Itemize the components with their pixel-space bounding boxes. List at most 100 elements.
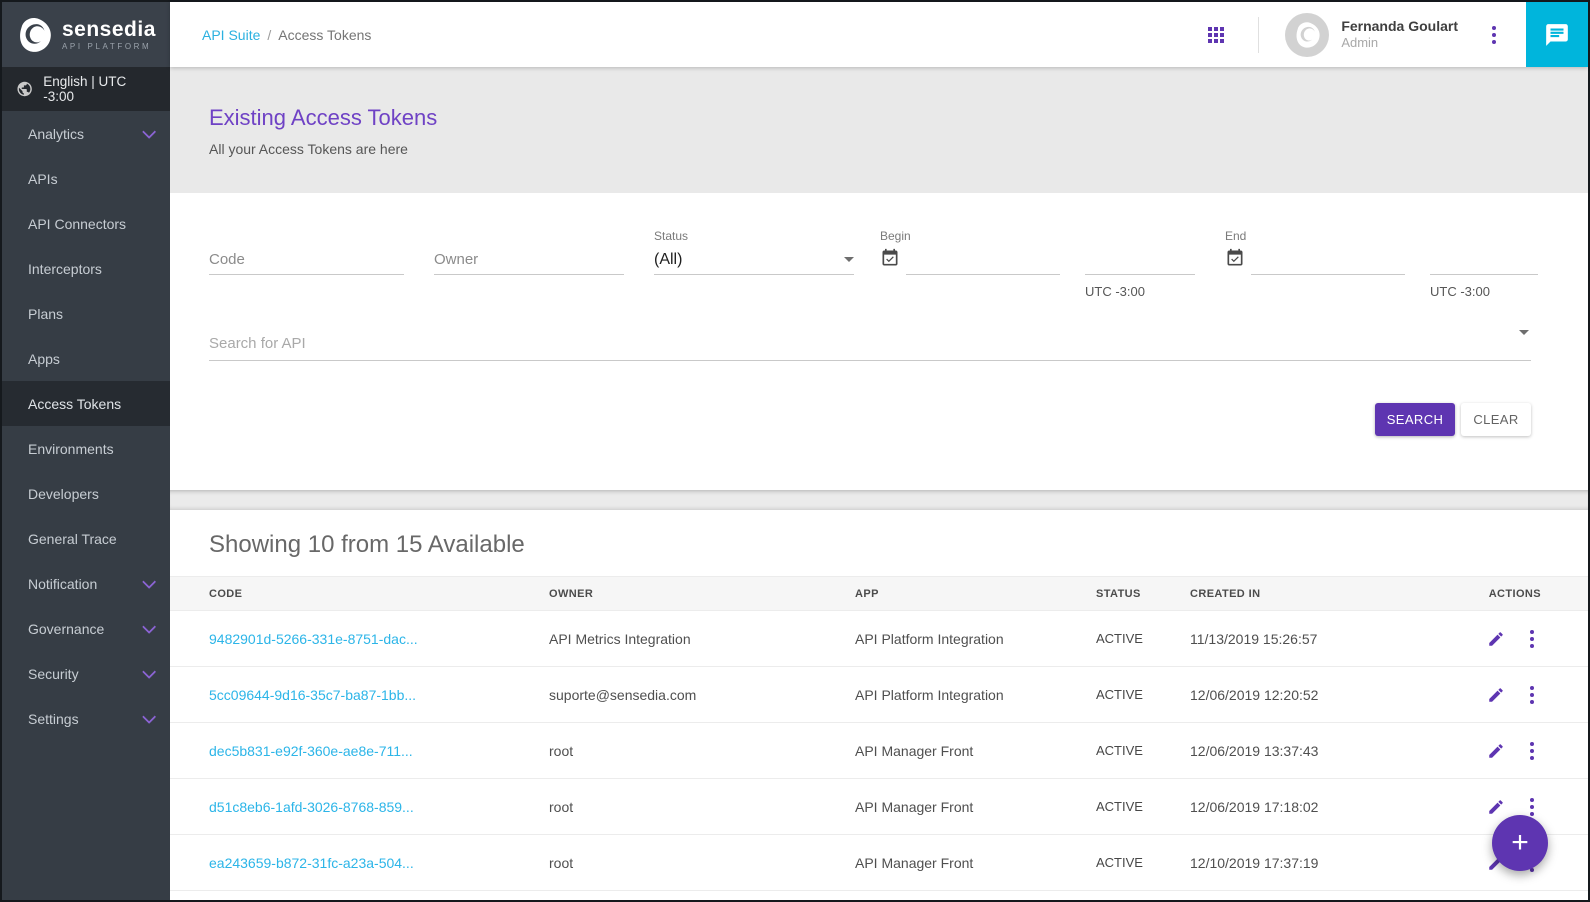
status-badge: ACTIVE xyxy=(1096,799,1190,814)
header-divider xyxy=(1258,17,1259,53)
sidebar-item-label: Settings xyxy=(28,711,79,727)
avatar-logo-icon xyxy=(1292,20,1322,50)
token-owner: root xyxy=(549,855,855,871)
table-row: 9482901d-5266-331e-8751-dac... API Metri… xyxy=(170,611,1588,667)
avatar[interactable] xyxy=(1285,13,1329,57)
sidebar-item-security[interactable]: Security xyxy=(2,651,170,696)
token-code-link[interactable]: dec5b831-e92f-360e-ae8e-711... xyxy=(209,743,549,759)
sidebar-item-api-connectors[interactable]: API Connectors xyxy=(2,201,170,246)
sidebar-item-label: APIs xyxy=(28,171,58,187)
breadcrumb-separator: / xyxy=(267,27,271,43)
sidebar-item-plans[interactable]: Plans xyxy=(2,291,170,336)
sidebar-item-label: Access Tokens xyxy=(28,396,121,412)
row-menu-kebab-icon[interactable] xyxy=(1523,681,1541,709)
col-status: STATUS xyxy=(1096,588,1190,600)
chevron-down-icon xyxy=(1519,330,1529,335)
sidebar-item-developers[interactable]: Developers xyxy=(2,471,170,516)
api-search-input[interactable] xyxy=(209,327,1531,361)
sidebar-item-settings[interactable]: Settings xyxy=(2,696,170,741)
sensedia-logo-icon xyxy=(14,15,54,55)
top-bar: API Suite / Access Tokens Fernanda Goula… xyxy=(170,2,1588,67)
search-button[interactable]: SEARCH xyxy=(1375,403,1455,436)
sidebar-item-label: Plans xyxy=(28,306,63,322)
col-actions: ACTIONS xyxy=(1443,588,1541,600)
apps-grid-icon[interactable] xyxy=(1208,27,1224,43)
token-code-link[interactable]: ea243659-b872-31fc-a23a-504... xyxy=(209,855,549,871)
sidebar-item-notification[interactable]: Notification xyxy=(2,561,170,606)
filter-buttons: SEARCH CLEAR xyxy=(170,361,1588,436)
user-menu-kebab-icon[interactable] xyxy=(1484,18,1504,52)
col-app: APP xyxy=(855,588,1096,600)
sidebar-item-label: Developers xyxy=(28,486,99,502)
sidebar-item-governance[interactable]: Governance xyxy=(2,606,170,651)
sidebar-item-analytics[interactable]: Analytics xyxy=(2,111,170,156)
pencil-icon xyxy=(1487,742,1505,760)
token-code-link[interactable]: 9482901d-5266-331e-8751-dac... xyxy=(209,631,549,647)
title-band: Existing Access Tokens All your Access T… xyxy=(170,67,1588,193)
row-menu-kebab-icon[interactable] xyxy=(1523,737,1541,765)
results-panel: Showing 10 from 15 Available CODE OWNER … xyxy=(170,510,1588,900)
chat-button[interactable] xyxy=(1526,2,1588,67)
user-name: Fernanda Goulart xyxy=(1341,18,1458,36)
col-created-in: CREATED IN xyxy=(1190,588,1443,600)
token-app: API Platform Integration xyxy=(855,631,1096,647)
table-row: dec5b831-e92f-360e-ae8e-711... root API … xyxy=(170,723,1588,779)
logo-subtitle: API PLATFORM xyxy=(62,43,156,51)
logo-title: sensedia xyxy=(62,19,156,40)
results-summary: Showing 10 from 15 Available xyxy=(170,510,1588,559)
sidebar-item-label: Apps xyxy=(28,351,60,367)
edit-button[interactable] xyxy=(1483,738,1509,764)
begin-time-input[interactable] xyxy=(1085,245,1195,275)
clear-button[interactable]: CLEAR xyxy=(1461,403,1531,436)
chevron-down-icon xyxy=(142,124,156,138)
sidebar-item-label: Interceptors xyxy=(28,261,102,277)
add-token-fab[interactable]: + xyxy=(1492,815,1548,871)
code-input[interactable] xyxy=(209,245,404,275)
row-menu-kebab-icon[interactable] xyxy=(1523,625,1541,653)
status-badge: ACTIVE xyxy=(1096,855,1190,870)
sidebar-item-environments[interactable]: Environments xyxy=(2,426,170,471)
breadcrumb: API Suite / Access Tokens xyxy=(202,27,371,43)
edit-button[interactable] xyxy=(1483,794,1509,820)
sidebar-item-label: Governance xyxy=(28,621,104,637)
table-row: d51c8eb6-1afd-3026-8768-859... root API … xyxy=(170,779,1588,835)
sidebar-item-label: General Trace xyxy=(28,531,117,547)
begin-timezone-label: UTC -3:00 xyxy=(1085,284,1195,299)
language-label: English | UTC -3:00 xyxy=(43,74,156,104)
sidebar-item-general-trace[interactable]: General Trace xyxy=(2,516,170,561)
sidebar-item-apis[interactable]: APIs xyxy=(2,156,170,201)
begin-date-input[interactable] xyxy=(906,245,1060,275)
status-select[interactable]: (All) xyxy=(654,245,854,275)
pencil-icon xyxy=(1487,798,1505,816)
sidebar-item-interceptors[interactable]: Interceptors xyxy=(2,246,170,291)
edit-button[interactable] xyxy=(1483,626,1509,652)
begin-calendar-button[interactable] xyxy=(880,248,900,275)
token-app: API Platform Integration xyxy=(855,687,1096,703)
token-app: API Manager Front xyxy=(855,855,1096,871)
language-selector[interactable]: English | UTC -3:00 xyxy=(2,67,170,111)
api-search-row xyxy=(170,299,1588,361)
sidebar-item-apps[interactable]: Apps xyxy=(2,336,170,381)
end-date-input[interactable] xyxy=(1251,245,1405,275)
token-code-link[interactable]: 5cc09644-9d16-35c7-ba87-1bb... xyxy=(209,687,549,703)
token-owner: root xyxy=(549,799,855,815)
sidebar-item-label: Notification xyxy=(28,576,97,592)
edit-button[interactable] xyxy=(1483,682,1509,708)
filter-panel: Status (All) Begin xyxy=(170,193,1588,490)
sidebar-item-access-tokens[interactable]: Access Tokens xyxy=(2,381,170,426)
end-time-input[interactable] xyxy=(1430,245,1538,275)
sidebar-nav: Analytics APIs API Connectors Intercepto… xyxy=(2,111,170,900)
pencil-icon xyxy=(1487,630,1505,648)
chat-icon xyxy=(1544,22,1570,48)
owner-input[interactable] xyxy=(434,245,624,275)
section-divider xyxy=(170,490,1588,510)
user-block: Fernanda Goulart Admin xyxy=(1341,18,1458,52)
chevron-down-icon xyxy=(142,574,156,588)
token-code-link[interactable]: d51c8eb6-1afd-3026-8768-859... xyxy=(209,799,549,815)
sensedia-logo[interactable]: sensedia API PLATFORM xyxy=(2,2,170,67)
token-created: 12/06/2019 12:20:52 xyxy=(1190,687,1443,703)
token-created: 12/06/2019 17:18:02 xyxy=(1190,799,1443,815)
status-label: Status xyxy=(654,229,854,245)
end-calendar-button[interactable] xyxy=(1225,248,1245,275)
breadcrumb-api-suite[interactable]: API Suite xyxy=(202,27,260,43)
